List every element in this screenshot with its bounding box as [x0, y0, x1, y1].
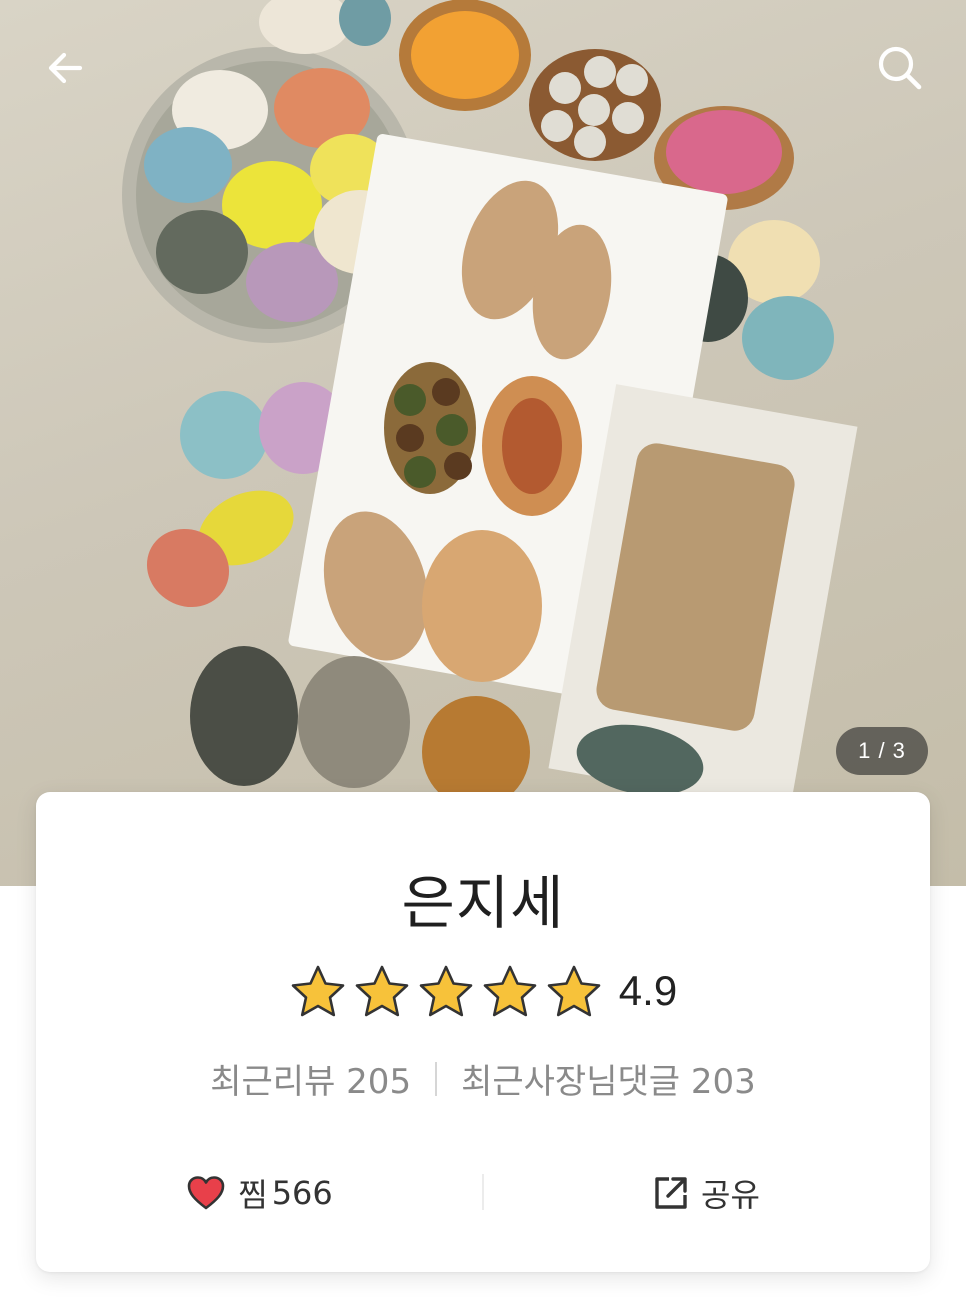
dessert-photo: [122, 0, 858, 811]
search-icon: [878, 46, 922, 90]
star-icon: [419, 965, 473, 1017]
search-button[interactable]: [868, 36, 932, 100]
owner-replies-link[interactable]: 최근사장님댓글 203: [461, 1054, 756, 1103]
recent-reviews-link[interactable]: 최근리뷰 205: [210, 1054, 411, 1103]
star-icon: [355, 965, 409, 1017]
share-external-icon: [655, 1177, 687, 1209]
store-name: 은지세: [401, 869, 565, 937]
heart-icon: [187, 1176, 225, 1210]
star-icon: [483, 965, 537, 1017]
share-label: 공유: [701, 1176, 760, 1214]
wish-button[interactable]: 찜 566: [36, 1160, 483, 1226]
wish-count: 566: [271, 1174, 333, 1212]
image-counter: 1 / 3: [836, 727, 928, 775]
action-divider: [482, 1174, 484, 1210]
store-info-card: 은지세 4.9 최근리뷰 205 최근사장님댓글 203 찜 566 공유: [36, 792, 930, 1272]
meta-divider: [435, 1061, 438, 1096]
review-meta: 최근리뷰 205 최근사장님댓글 203: [36, 1054, 930, 1103]
share-button[interactable]: 공유: [483, 1160, 930, 1226]
action-bar: 찜 566 공유: [36, 1160, 930, 1226]
rating-row: 4.9: [36, 964, 930, 1018]
hero-image[interactable]: 1 / 3: [0, 0, 966, 886]
rating-value: 4.9: [618, 967, 678, 1014]
star-icon: [547, 965, 601, 1017]
back-button[interactable]: [34, 36, 98, 100]
wish-label: 찜: [238, 1176, 268, 1214]
star-icon: [291, 965, 345, 1017]
arrow-left-icon: [48, 52, 83, 84]
